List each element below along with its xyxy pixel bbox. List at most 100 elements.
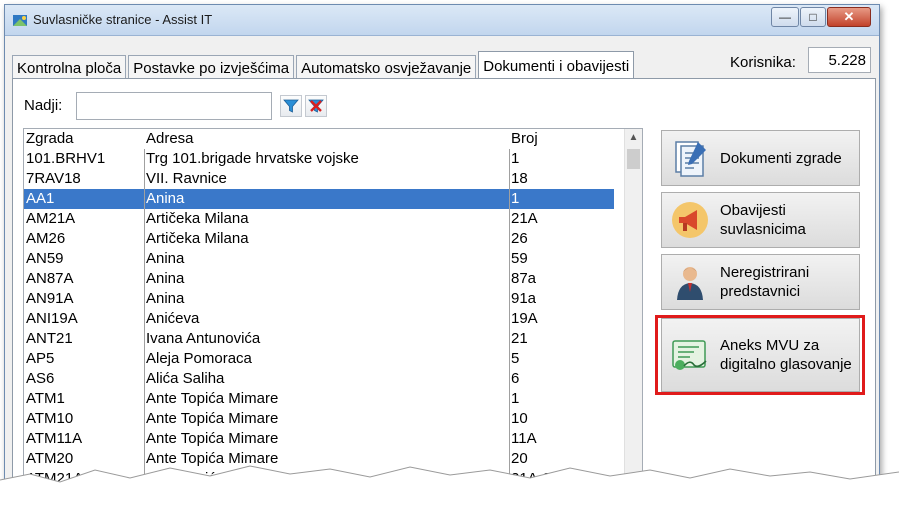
cell-adresa: Anina: [146, 190, 185, 207]
table-row[interactable]: ATM10 Ante Topića Mimare 10: [24, 409, 614, 429]
cell-adresa: Artičeka Milana: [146, 230, 249, 247]
megaphone-icon: [672, 202, 708, 238]
document-icon: [675, 141, 706, 177]
tab-panel: Nadji: Zgrada Adresa Broj 101.BRHV1 Trg 1…: [12, 78, 876, 505]
cell-adresa: Anina: [146, 250, 185, 267]
cell-zgrada: ATM1: [26, 390, 65, 407]
app-window: Suvlasničke stranice - Assist IT — □ ✕ K…: [4, 4, 880, 506]
clear-filter-button[interactable]: [305, 95, 327, 117]
cell-broj: 87a: [511, 270, 537, 287]
minimize-button[interactable]: —: [771, 7, 799, 27]
cell-zgrada: AP5: [26, 350, 55, 367]
grid-header: Zgrada Adresa Broj: [24, 129, 624, 149]
cell-zgrada: AN59: [26, 250, 64, 267]
dokumenti-zgrade-button[interactable]: Dokumenti zgrade: [661, 130, 860, 186]
cell-adresa: Aleja Pomoraca: [146, 350, 252, 367]
table-row[interactable]: AM26 Artičeka Milana 26: [24, 229, 614, 249]
tab-automatsko[interactable]: Automatsko osvježavanje: [296, 55, 477, 80]
filter-input[interactable]: [76, 92, 272, 120]
minimize-icon: —: [779, 10, 791, 24]
cell-broj: 59: [511, 250, 528, 267]
table-row[interactable]: AA1 Anina 1: [24, 189, 614, 209]
side-button-label: Obavijesti suvlasnicima: [720, 202, 806, 238]
cell-zgrada: ATM11A: [26, 430, 83, 447]
funnel-icon: [283, 99, 299, 113]
side-button-label: Dokumenti zgrade: [720, 149, 842, 167]
cell-zgrada: ATM10: [26, 410, 74, 427]
table-row[interactable]: AP5 Aleja Pomoraca 5: [24, 349, 614, 369]
cell-broj: 18: [511, 170, 528, 187]
cell-broj: 11A: [511, 430, 537, 447]
tab-kontrolna-ploca[interactable]: Kontrolna ploča: [12, 55, 127, 80]
cell-broj: 26: [511, 230, 528, 247]
cell-zgrada: ANI19A: [26, 310, 78, 327]
cell-adresa: Anićeva: [146, 310, 200, 327]
table-row[interactable]: AN87A Anina 87a: [24, 269, 614, 289]
scroll-up-icon[interactable]: ▲: [625, 129, 642, 146]
filter-button[interactable]: [280, 95, 302, 117]
maximize-button[interactable]: □: [800, 7, 826, 27]
close-icon: ✕: [843, 9, 855, 24]
cell-zgrada: AM21A: [26, 210, 76, 227]
table-row[interactable]: AS6 Alića Saliha 6: [24, 369, 614, 389]
title-bar[interactable]: Suvlasničke stranice - Assist IT — □ ✕: [5, 5, 879, 36]
tab-dokumenti[interactable]: Dokumenti i obavijesti: [478, 51, 635, 80]
buildings-grid[interactable]: Zgrada Adresa Broj 101.BRHV1 Trg 101.brig…: [23, 128, 643, 505]
clear-filter-icon: [308, 99, 324, 113]
cell-adresa: Trg 101.brigade hrvatske vojske: [146, 150, 359, 167]
scroll-thumb[interactable]: [627, 149, 640, 169]
cell-broj: 1: [511, 390, 520, 407]
table-row[interactable]: 7RAV18 VII. Ravnice 18: [24, 169, 614, 189]
person-icon: [677, 267, 703, 300]
column-header-adresa[interactable]: Adresa: [146, 129, 508, 149]
table-row[interactable]: ATM11A Ante Topića Mimare 11A: [24, 429, 614, 449]
app-icon: [13, 15, 27, 26]
tab-postavke[interactable]: Postavke po izvješćima: [128, 55, 295, 80]
table-row[interactable]: AN91A Anina 91a: [24, 289, 614, 309]
table-row[interactable]: ANI19A Anićeva 19A: [24, 309, 614, 329]
cell-broj: 21A: [511, 210, 538, 227]
cell-zgrada: AA1: [26, 190, 55, 207]
table-row[interactable]: AN59 Anina 59: [24, 249, 614, 269]
column-header-broj[interactable]: Broj: [511, 129, 611, 149]
table-row[interactable]: ATM1 Ante Topića Mimare 1: [24, 389, 614, 409]
cell-broj: 21: [511, 330, 528, 347]
cell-zgrada: 7RAV18: [26, 170, 81, 187]
filter-label: Nadji:: [24, 97, 63, 114]
cell-adresa: VII. Ravnice: [146, 170, 227, 187]
cell-broj: 5: [511, 350, 520, 367]
highlight-frame: [655, 315, 865, 395]
torn-edge: [0, 465, 899, 514]
cell-adresa: Artičeka Milana: [146, 210, 249, 227]
cell-broj: 6: [511, 370, 520, 387]
cell-zgrada: 101.BRHV1: [26, 150, 106, 167]
cell-zgrada: AN87A: [26, 270, 74, 287]
cell-zgrada: ANT21: [26, 330, 73, 347]
column-separator: [144, 149, 145, 505]
cell-adresa: Anina: [146, 290, 185, 307]
table-row[interactable]: ANT21 Ivana Antunovića 21: [24, 329, 614, 349]
cell-broj: 19A: [511, 310, 538, 327]
korisnika-label: Korisnika:: [730, 54, 796, 71]
cell-broj: 91a: [511, 290, 537, 307]
cell-adresa: Ante Topića Mimare: [146, 430, 279, 447]
cell-zgrada: AN91A: [26, 290, 74, 307]
window-title: Suvlasničke stranice - Assist IT: [33, 12, 213, 27]
cell-adresa: Ante Topića Mimare: [146, 410, 279, 427]
cell-broj: 1: [511, 190, 520, 207]
maximize-icon: □: [809, 10, 817, 24]
table-row[interactable]: AM21A Artičeka Milana 21A: [24, 209, 614, 229]
cell-zgrada: AM26: [26, 230, 66, 247]
close-button[interactable]: ✕: [827, 7, 871, 27]
cell-adresa: Ante Topića Mimare: [146, 390, 279, 407]
cell-adresa: Ivana Antunovića: [146, 330, 261, 347]
neregistrirani-button[interactable]: Neregistrirani predstavnici: [661, 254, 860, 310]
vertical-scrollbar[interactable]: ▲: [624, 129, 642, 505]
column-header-zgrada[interactable]: Zgrada: [26, 129, 144, 149]
column-separator: [509, 149, 510, 505]
tab-strip: Kontrolna ploča Postavke po izvješćima A…: [12, 51, 636, 80]
cell-broj: 1: [511, 150, 520, 167]
table-row[interactable]: 101.BRHV1 Trg 101.brigade hrvatske vojske…: [24, 149, 614, 169]
cell-broj: 10: [511, 410, 528, 427]
obavijesti-button[interactable]: Obavijesti suvlasnicima: [661, 192, 860, 248]
